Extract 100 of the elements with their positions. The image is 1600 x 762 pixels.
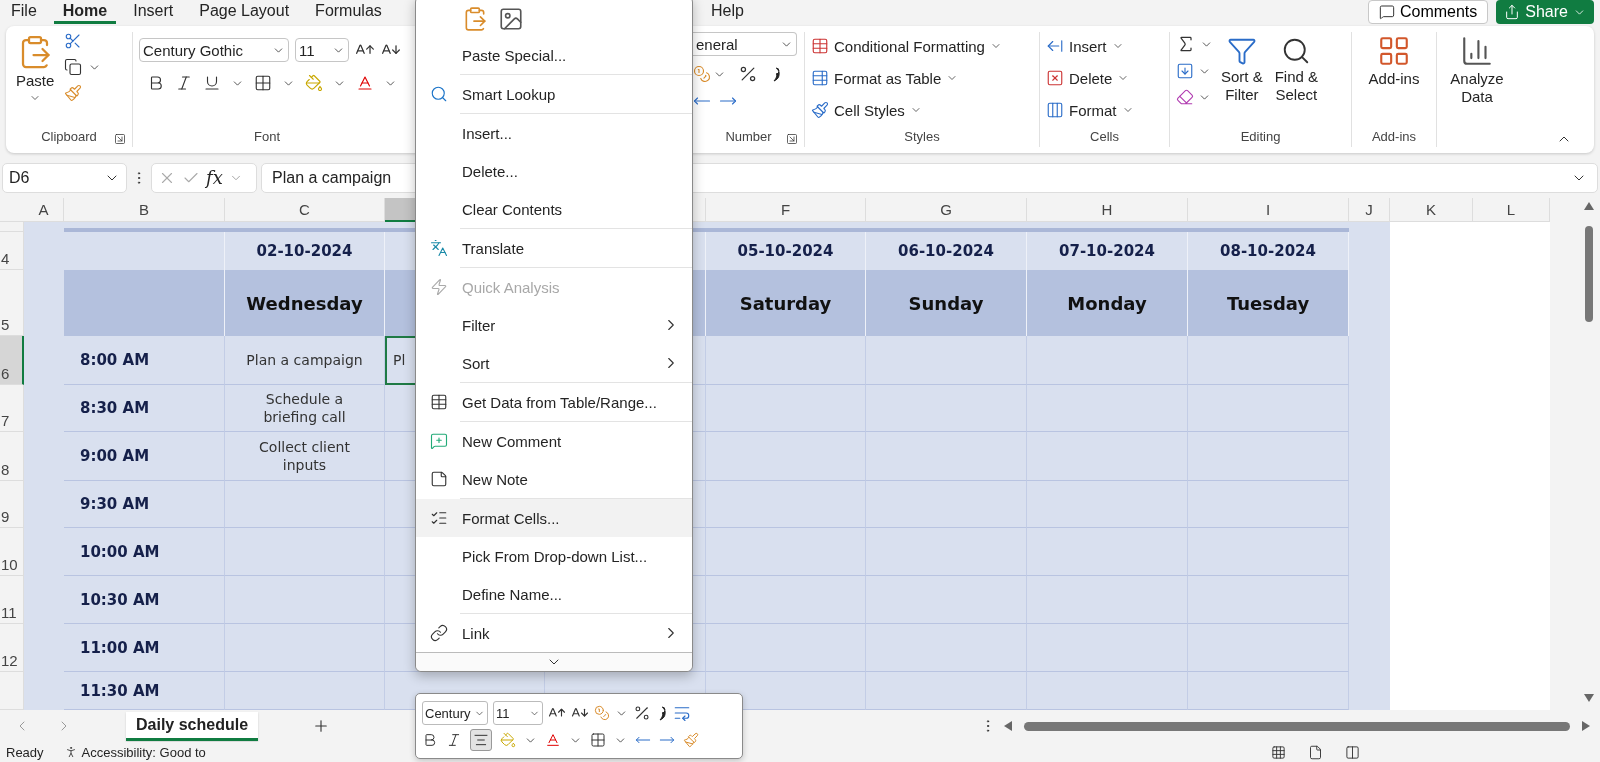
font-size-dropdown[interactable]: 11 xyxy=(295,38,349,62)
normal-view-icon[interactable] xyxy=(1271,744,1286,760)
bold-icon[interactable] xyxy=(422,732,438,748)
styles-button[interactable]: Cell Styles xyxy=(811,98,922,122)
comment-add-icon[interactable] xyxy=(430,432,448,450)
menu-item[interactable]: Link xyxy=(416,614,692,652)
dialog-launcher-icon[interactable] xyxy=(114,133,126,145)
row-header[interactable]: 8 xyxy=(0,432,24,481)
name-box[interactable]: D6 xyxy=(2,162,127,193)
column-header[interactable]: L xyxy=(1473,198,1550,222)
row-header[interactable]: 4 xyxy=(0,232,24,270)
accessibility-status[interactable]: Accessibility: Good to xyxy=(81,744,206,760)
font-name-dropdown[interactable]: Century Gothic xyxy=(139,38,289,62)
styles-button[interactable]: Conditional Formatting xyxy=(811,34,1002,58)
wrap-text-icon[interactable] xyxy=(673,704,691,722)
row-header[interactable]: 5 xyxy=(0,270,24,336)
column-header[interactable]: I xyxy=(1188,198,1349,222)
fill-color-icon[interactable] xyxy=(500,732,516,748)
sheet-tab[interactable]: Daily schedule xyxy=(126,711,259,741)
fill-color-icon[interactable] xyxy=(305,74,323,92)
note-icon[interactable] xyxy=(430,470,448,488)
percent-icon[interactable] xyxy=(633,704,651,722)
percent-icon[interactable] xyxy=(738,64,758,84)
scroll-up-icon[interactable] xyxy=(1584,202,1594,210)
cells-button[interactable]: Insert xyxy=(1046,34,1124,58)
scroll-left-icon[interactable] xyxy=(1004,721,1012,731)
paste-picture-icon[interactable] xyxy=(498,6,524,32)
analyze-data-button[interactable]: Analyze Data xyxy=(1446,32,1508,108)
menu-item[interactable]: New Note xyxy=(416,460,692,498)
ribbon-tab[interactable]: File xyxy=(2,0,46,24)
list-icon[interactable] xyxy=(430,509,448,527)
scroll-down-icon[interactable] xyxy=(1584,694,1594,702)
styles-button[interactable]: Format as Table xyxy=(811,66,959,90)
paste-button[interactable]: Paste xyxy=(12,32,59,106)
font-name-dropdown[interactable]: Century xyxy=(422,701,488,725)
currency-icon[interactable] xyxy=(693,65,711,83)
ribbon-tab[interactable]: Formulas xyxy=(306,0,391,24)
dialog-launcher-icon[interactable] xyxy=(786,133,798,145)
ribbon-tab[interactable]: Insert xyxy=(124,0,183,24)
column-header[interactable]: G xyxy=(866,198,1027,222)
add-ins-button[interactable]: Add-ins xyxy=(1364,32,1424,90)
italic-icon[interactable] xyxy=(175,74,193,92)
menu-item[interactable]: Smart Lookup xyxy=(416,75,692,113)
menu-item[interactable]: Paste Special... xyxy=(416,36,692,74)
row-header[interactable]: 12 xyxy=(0,624,24,672)
borders-icon[interactable] xyxy=(254,74,272,92)
row-header[interactable]: 9 xyxy=(0,481,24,528)
search-icon[interactable] xyxy=(430,85,448,103)
row-header[interactable]: 6 xyxy=(0,336,24,385)
font-color-icon[interactable] xyxy=(356,74,374,92)
paintbrush-icon[interactable] xyxy=(683,732,699,748)
borders-icon[interactable] xyxy=(590,732,606,748)
translate-icon[interactable] xyxy=(430,239,448,257)
share-button[interactable]: Share xyxy=(1496,0,1594,24)
currency-icon[interactable] xyxy=(594,705,610,721)
row-header[interactable]: 7 xyxy=(0,385,24,432)
scrollbar-thumb[interactable] xyxy=(1585,226,1593,322)
menu-item[interactable]: Define Name... xyxy=(416,575,692,613)
row-header[interactable]: 10 xyxy=(0,528,24,576)
font-color-icon[interactable] xyxy=(545,732,561,748)
column-header[interactable]: C xyxy=(225,198,385,222)
ribbon-tab[interactable]: Page Layout xyxy=(190,0,299,24)
center-align-toggle[interactable] xyxy=(470,729,492,751)
scroll-right-icon[interactable] xyxy=(1582,721,1590,731)
ribbon-tab[interactable]: Help xyxy=(702,0,753,24)
column-header[interactable]: H xyxy=(1027,198,1188,222)
link-icon[interactable] xyxy=(430,624,448,642)
find-select-button[interactable]: Find & Select xyxy=(1270,34,1323,106)
column-header[interactable]: A xyxy=(24,198,64,222)
sort-filter-button[interactable]: Sort & Filter xyxy=(1217,34,1267,106)
scrollbar-thumb[interactable] xyxy=(1024,721,1570,731)
menu-item[interactable]: Filter xyxy=(416,306,692,344)
eraser-icon[interactable] xyxy=(1176,88,1194,106)
menu-item[interactable]: Translate xyxy=(416,229,692,267)
menu-item[interactable]: Pick From Drop-down List... xyxy=(416,537,692,575)
table-icon[interactable] xyxy=(430,393,448,411)
menu-item[interactable]: Format Cells... xyxy=(416,499,692,537)
number-format-dropdown[interactable]: eneral xyxy=(693,32,797,56)
comments-button[interactable]: Comments xyxy=(1367,0,1489,24)
cells-button[interactable]: Format xyxy=(1046,98,1134,122)
insert-function-button[interactable]: fx xyxy=(206,167,223,188)
cells-button[interactable]: Delete xyxy=(1046,66,1130,90)
font-size-dropdown[interactable]: 11 xyxy=(493,701,543,725)
column-header[interactable]: B xyxy=(64,198,225,222)
column-header[interactable]: K xyxy=(1390,198,1473,222)
menu-item[interactable]: Insert... xyxy=(416,114,692,152)
menu-item[interactable]: Get Data from Table/Range... xyxy=(416,383,692,421)
page-layout-icon[interactable] xyxy=(1308,744,1323,760)
column-header[interactable]: J xyxy=(1349,198,1390,222)
menu-item[interactable]: New Comment xyxy=(416,422,692,460)
copy-icon[interactable] xyxy=(64,58,83,76)
page-break-icon[interactable] xyxy=(1345,744,1360,760)
fill-down-icon[interactable] xyxy=(1176,62,1194,80)
menu-item[interactable]: Clear Contents xyxy=(416,190,692,228)
column-header[interactable]: F xyxy=(706,198,866,222)
italic-icon[interactable] xyxy=(446,732,462,748)
underline-icon[interactable] xyxy=(203,74,221,92)
paintbrush-icon[interactable] xyxy=(64,84,83,102)
menu-item[interactable]: Sort xyxy=(416,344,692,382)
row-header[interactable]: 11 xyxy=(0,576,24,624)
